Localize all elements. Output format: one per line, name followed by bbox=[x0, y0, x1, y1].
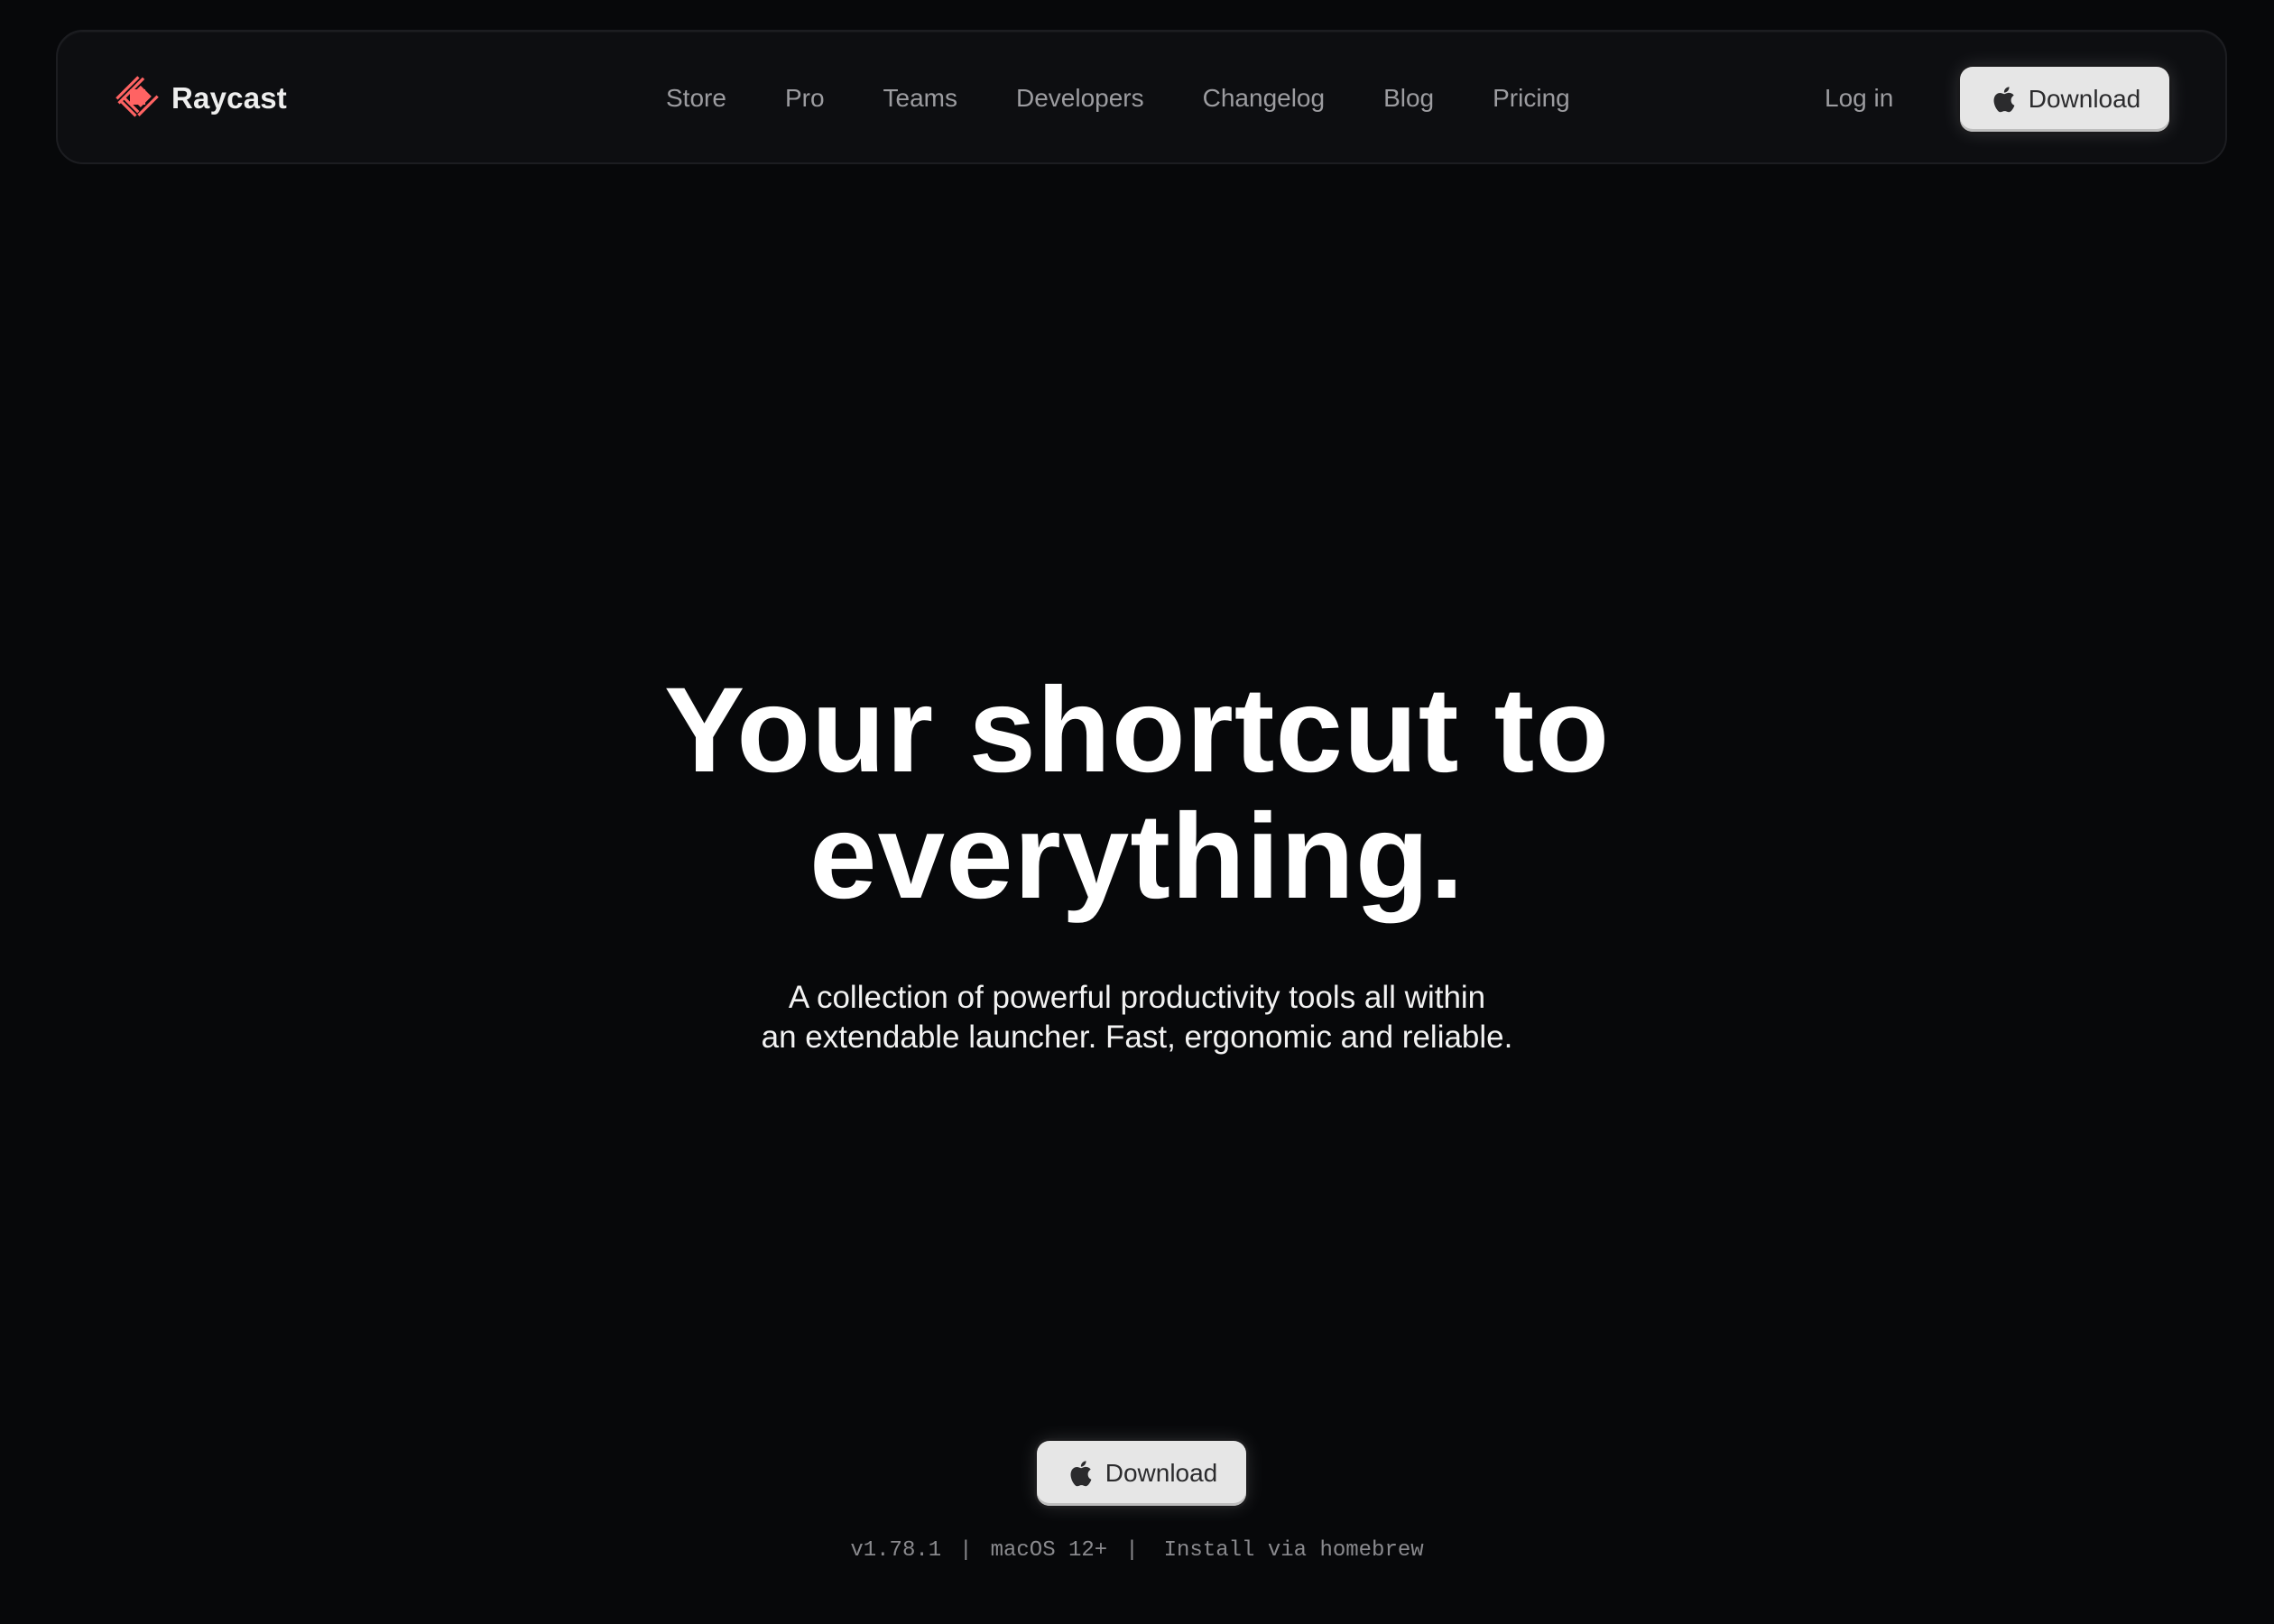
os-requirement-label: macOS 12+ bbox=[990, 1538, 1108, 1563]
top-navbar: Raycast Store Pro Teams Developers Chang… bbox=[56, 30, 2227, 164]
hero-title-line-2: everything. bbox=[809, 789, 1465, 924]
homebrew-install-link[interactable]: Install via homebrew bbox=[1164, 1538, 1424, 1563]
version-label: v1.78.1 bbox=[850, 1538, 942, 1563]
hero-download-button[interactable]: Download bbox=[1037, 1441, 1246, 1506]
hero-subtitle-line-2: an extendable launcher. Fast, ergonomic … bbox=[761, 1020, 1513, 1055]
raycast-logo-icon bbox=[116, 76, 159, 117]
nav-link-pro[interactable]: Pro bbox=[785, 84, 825, 113]
nav-link-blog[interactable]: Blog bbox=[1383, 84, 1434, 113]
login-link[interactable]: Log in bbox=[1825, 73, 1893, 124]
apple-icon bbox=[1993, 87, 2015, 113]
nav-link-store[interactable]: Store bbox=[666, 84, 726, 113]
meta-separator: | bbox=[1125, 1538, 1139, 1563]
nav-download-label: Download bbox=[2028, 85, 2141, 113]
release-meta: v1.78.1 | macOS 12+ | Install via homebr… bbox=[0, 1538, 2274, 1563]
nav-link-teams[interactable]: Teams bbox=[883, 84, 957, 113]
brand-name: Raycast bbox=[171, 81, 287, 115]
hero-subtitle: A collection of powerful productivity to… bbox=[0, 978, 2274, 1057]
brand-home-link[interactable]: Raycast bbox=[116, 73, 287, 124]
page: Raycast Store Pro Teams Developers Chang… bbox=[0, 0, 2274, 1624]
nav-link-developers[interactable]: Developers bbox=[1016, 84, 1144, 113]
hero-title: Your shortcut to everything. bbox=[0, 668, 2274, 920]
meta-separator: | bbox=[959, 1538, 973, 1563]
hero-subtitle-line-1: A collection of powerful productivity to… bbox=[788, 980, 1486, 1015]
nav-link-changelog[interactable]: Changelog bbox=[1203, 84, 1325, 113]
nav-download-button[interactable]: Download bbox=[1960, 67, 2169, 132]
nav-links: Store Pro Teams Developers Changelog Blo… bbox=[666, 73, 1570, 124]
nav-link-pricing[interactable]: Pricing bbox=[1493, 84, 1570, 113]
apple-icon bbox=[1070, 1461, 1092, 1487]
hero-download-label: Download bbox=[1105, 1459, 1218, 1487]
hero-title-line-1: Your shortcut to bbox=[663, 663, 1611, 798]
